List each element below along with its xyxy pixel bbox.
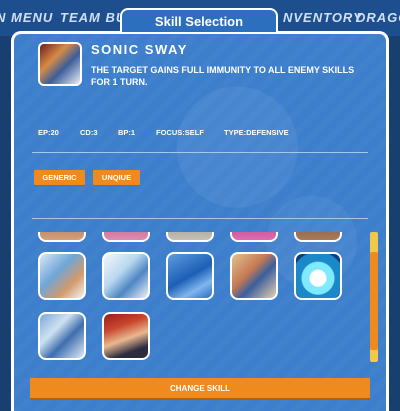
selected-skill-icon [38, 42, 82, 86]
change-skill-button[interactable]: CHANGE SKILL [30, 378, 370, 398]
skill-tile-2[interactable] [102, 252, 150, 300]
filter-unique-button[interactable]: UNQIUE [93, 170, 140, 185]
skill-tile-partial-4[interactable] [230, 232, 278, 242]
skill-tile-partial-1[interactable] [38, 232, 86, 242]
skill-grid-scrollbar[interactable] [370, 232, 378, 362]
skill-name: SONIC SWAY [91, 42, 188, 57]
skill-tile-partial-3[interactable] [166, 232, 214, 242]
skill-tile-1[interactable] [38, 252, 86, 300]
modal-title: Skill Selection [120, 8, 278, 32]
skill-tile-7[interactable] [102, 312, 150, 360]
nav-item-team-builder[interactable]: TEAM BU [60, 10, 126, 25]
skill-tile-6[interactable] [38, 312, 86, 360]
skill-tile-partial-5[interactable] [294, 232, 342, 242]
stat-bp: BP:1 [118, 128, 136, 137]
nav-item-dragon[interactable]: DRAGO [356, 10, 400, 25]
background-right-panel [388, 36, 400, 411]
nav-item-inventory[interactable]: NVENTORY [283, 10, 363, 25]
skill-stats: EP:20 CD:3 BP:1 FOCUS:SELF TYPE:DEFENSIV… [38, 128, 368, 140]
skill-tile-4[interactable] [230, 252, 278, 300]
stat-ep: EP:20 [38, 128, 59, 137]
stat-cd: CD:3 [80, 128, 98, 137]
scrollbar-thumb[interactable] [370, 252, 378, 350]
skill-tile-3[interactable] [166, 252, 214, 300]
skill-tile-partial-2[interactable] [102, 232, 150, 242]
skill-tile-5[interactable] [294, 252, 342, 300]
nav-item-main-menu[interactable]: N MENU [0, 10, 53, 25]
filter-generic-button[interactable]: GENERIC [34, 170, 85, 185]
skill-grid [34, 232, 370, 362]
skill-description: THE TARGET GAINS FULL IMMUNITY TO ALL EN… [91, 65, 355, 87]
divider-top [32, 152, 368, 153]
divider-bottom [32, 218, 368, 219]
stat-type: TYPE:DEFENSIVE [224, 128, 289, 137]
stat-focus: FOCUS:SELF [156, 128, 204, 137]
